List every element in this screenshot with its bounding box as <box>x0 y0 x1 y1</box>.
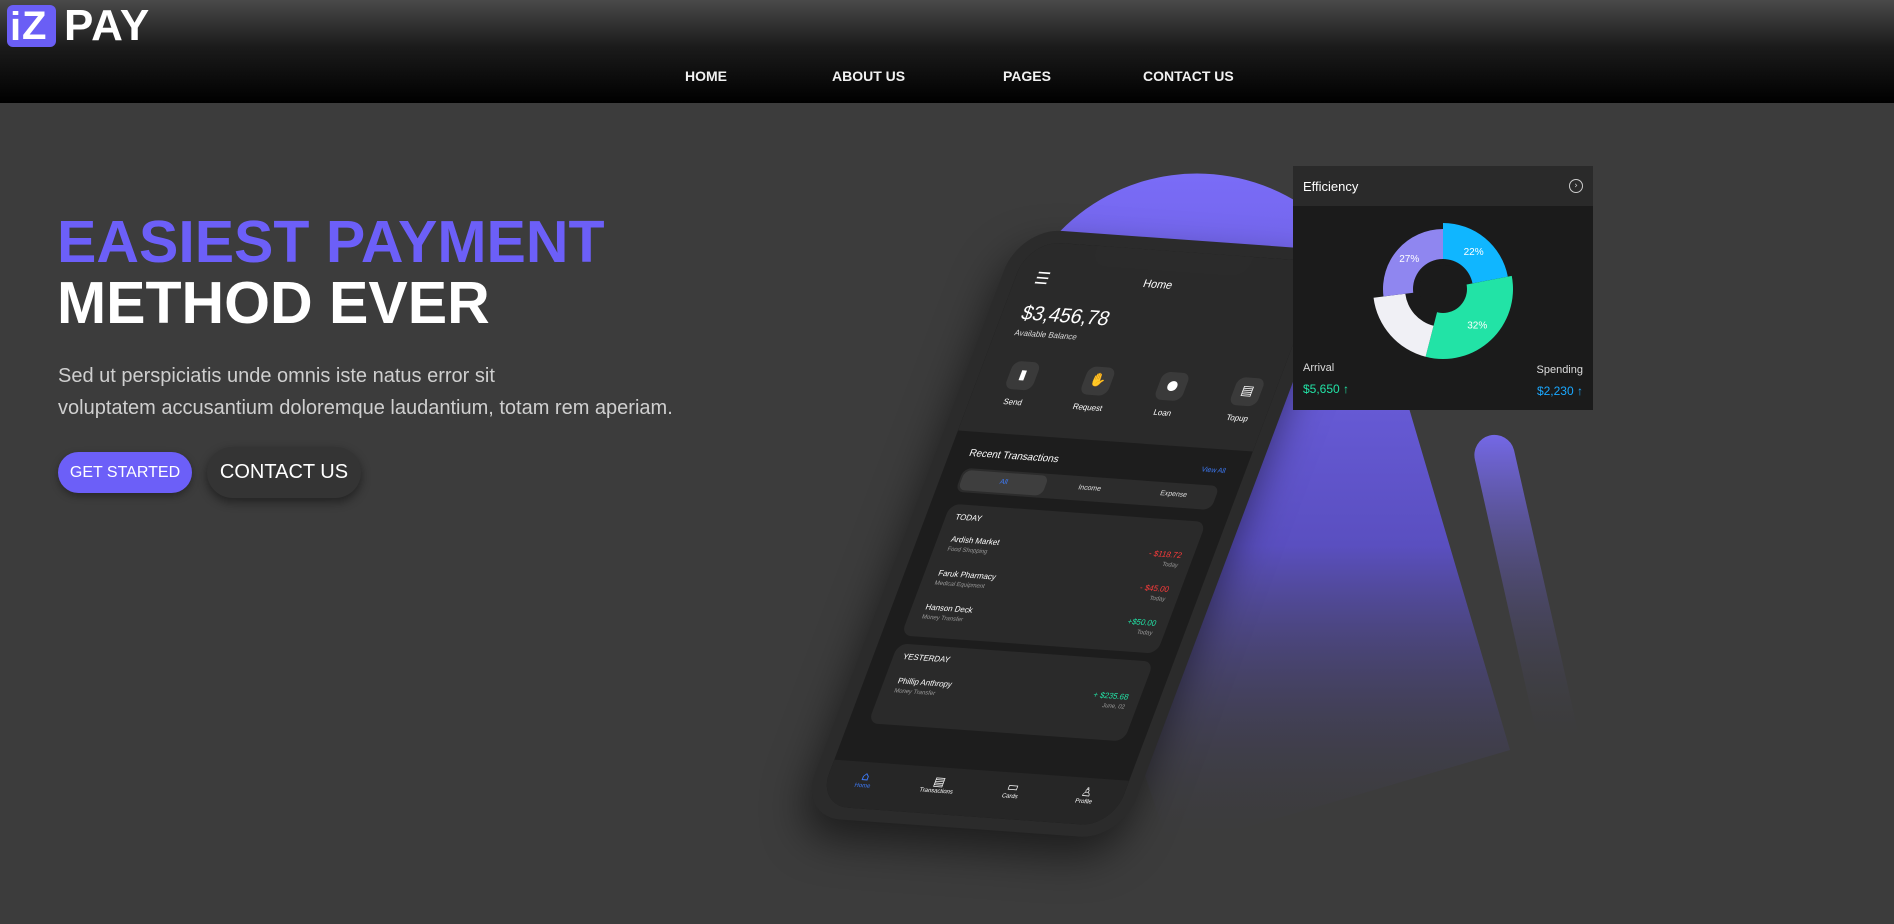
nav-about-us[interactable]: ABOUT US <box>832 68 905 84</box>
transaction-amount: +$50.00 <box>1126 616 1158 628</box>
transaction-date: Today <box>1135 629 1154 637</box>
today-label: TODAY <box>953 512 984 524</box>
donut-slice-label: 32% <box>1467 320 1487 331</box>
hero-title: EASIEST PAYMENT METHOD EVER <box>57 212 605 334</box>
transaction-date: Today <box>1160 561 1179 570</box>
efficiency-card: Efficiency › 22% 32% 27% Arrival $5,650 ↑ … <box>1293 166 1593 410</box>
transaction-category: Medical Equipment <box>933 580 986 591</box>
transaction-category: Money Transfer <box>920 614 964 624</box>
filter-expense[interactable]: Expense <box>1127 480 1220 510</box>
tab-transactions[interactable]: ▤ Transactions <box>898 765 974 815</box>
efficiency-title: Efficiency <box>1303 179 1359 194</box>
header: i Z PAY HOME ABOUT US PAGES CONTACT US <box>0 0 1894 103</box>
donut-slice-label: 27% <box>1399 254 1419 265</box>
topup-icon: ▤ <box>1228 376 1267 407</box>
transaction-amount: + $235.68 <box>1091 690 1131 702</box>
transaction-row[interactable]: Hanson Deck Money Transfer +$50.00 Today <box>918 602 1158 644</box>
contact-us-button[interactable]: CONTACT US <box>207 447 361 498</box>
transaction-category: Money Transfer <box>892 688 936 698</box>
tab-home[interactable]: ⌂ Home <box>825 760 901 810</box>
hero-title-line1: EASIEST PAYMENT <box>57 209 605 275</box>
get-started-button[interactable]: GET STARTED <box>58 452 192 493</box>
logo-mark-i: i <box>10 5 22 49</box>
yesterday-label: YESTERDAY <box>901 652 952 665</box>
arrival-label: Arrival <box>1303 362 1335 374</box>
today-card: TODAY Ardish Market Food Shopping - $118… <box>901 503 1207 654</box>
arrival-value: $5,650 ↑ <box>1303 382 1350 396</box>
loan-icon: ● <box>1153 371 1192 402</box>
yesterday-card: YESTERDAY Phillip Anthropy Money Transfe… <box>868 643 1154 742</box>
transaction-name: Phillip Anthropy <box>896 676 954 690</box>
logo-text: PAY <box>64 1 151 50</box>
action-loan[interactable]: ● Loan <box>1131 370 1206 419</box>
logo[interactable]: i Z PAY <box>7 1 151 50</box>
donut-center <box>1419 265 1467 313</box>
phone-header-title: Home <box>1141 277 1175 292</box>
filter-income[interactable]: Income <box>1043 474 1136 504</box>
transaction-date: Today <box>1148 595 1167 603</box>
nav-contact-us[interactable]: CONTACT US <box>1143 68 1234 84</box>
transaction-name: Ardish Market <box>949 534 1002 548</box>
request-icon: ✋ <box>1078 366 1117 396</box>
transaction-amount: - $118.72 <box>1147 548 1184 561</box>
chevron-right-icon[interactable]: › <box>1569 179 1583 193</box>
spending-value: $2,230 ↑ <box>1536 384 1583 398</box>
nav-pages[interactable]: PAGES <box>1003 68 1051 84</box>
transaction-category: Food Shopping <box>946 546 989 556</box>
hero-description-line1: Sed ut perspiciatis unde omnis iste natu… <box>58 365 495 387</box>
transaction-name: Faruk Pharmacy <box>936 568 998 582</box>
send-icon: ▮ <box>1003 360 1042 391</box>
efficiency-donut-chart: 22% 32% 27% <box>1373 223 1513 359</box>
transaction-row[interactable]: Phillip Anthropy Money Transfer + $235.6… <box>890 676 1130 718</box>
view-all-link[interactable]: View All <box>1200 466 1226 475</box>
recent-transactions-title: Recent Transactions <box>967 447 1061 466</box>
efficiency-header: Efficiency › <box>1293 166 1593 206</box>
transaction-amount: - $45.00 <box>1138 582 1171 594</box>
hero-description-line2: voluptatem accusantium doloremque laudan… <box>58 397 673 419</box>
hero-description: Sed ut perspiciatis unde omnis iste natu… <box>58 360 738 424</box>
logo-mark-z: Z <box>22 4 47 48</box>
logo-mark: i Z <box>7 5 56 47</box>
transaction-name: Hanson Deck <box>924 602 975 615</box>
nav-home[interactable]: HOME <box>685 68 727 84</box>
transaction-filter: All Income Expense <box>955 467 1220 511</box>
tab-cards[interactable]: ▭ Cards <box>972 771 1048 821</box>
action-request[interactable]: ✋ Request <box>1057 365 1132 414</box>
filter-all[interactable]: All <box>957 469 1050 496</box>
donut-slice-label: 22% <box>1464 247 1484 258</box>
tab-profile[interactable]: ♙ Profile <box>1046 776 1122 826</box>
hero-title-line2: METHOD EVER <box>57 270 490 336</box>
transaction-date: June, 02 <box>1100 703 1126 711</box>
main-nav: HOME ABOUT US PAGES CONTACT US <box>0 68 1894 88</box>
spending-label: Spending <box>1536 364 1584 376</box>
